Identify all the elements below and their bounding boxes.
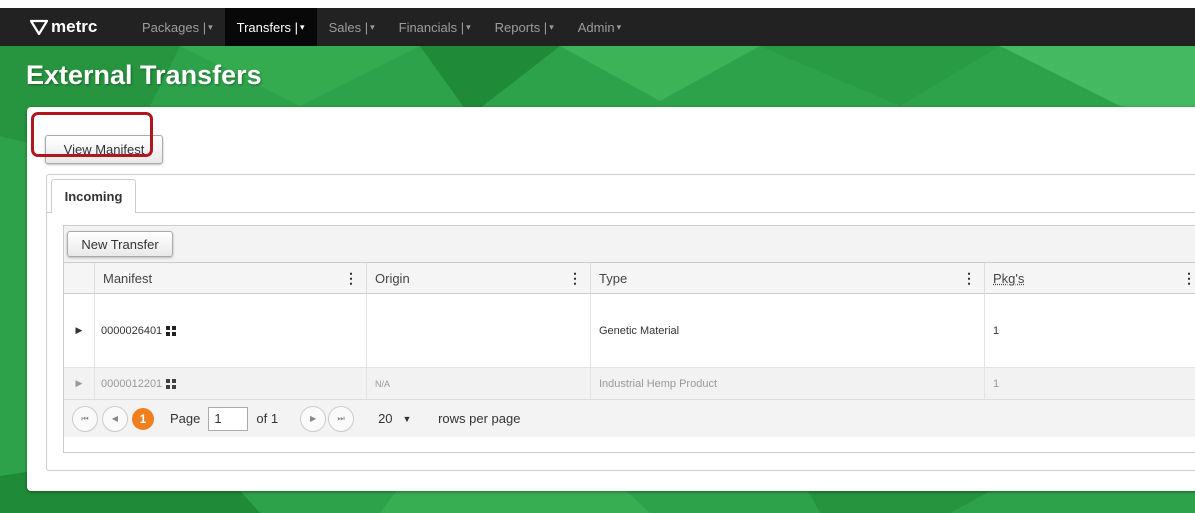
table-row[interactable]: ▶ 0000026401 Genetic Material 1	[64, 294, 1195, 368]
current-page-badge: 1	[132, 407, 154, 430]
manifest-number[interactable]: 0000026401	[101, 325, 162, 337]
cell-pkgs: 1	[984, 294, 1195, 367]
main-panel: View Manifest Incoming New Transfer Mani…	[27, 107, 1195, 491]
column-header-type-label: Type	[599, 271, 628, 286]
chevron-down-icon: ▾	[208, 21, 213, 32]
nav-sales-label: Sales |	[328, 19, 369, 35]
column-header-origin-label: Origin	[375, 271, 410, 286]
chevron-down-icon: ▾	[616, 21, 622, 32]
chevron-down-icon: ▾	[300, 21, 305, 32]
column-header-pkgs-label: Pkg's	[993, 271, 1025, 286]
column-header-pkgs[interactable]: Pkg's ⋮	[984, 263, 1195, 294]
barcode-icon[interactable]	[166, 378, 177, 389]
cell-manifest: 0000012201	[94, 368, 366, 399]
top-navbar: metrc Packages | ▾ Transfers | ▾ Sales |…	[0, 8, 1195, 46]
cell-origin	[366, 294, 590, 367]
grid-header: Manifest ⋮ Origin ⋮ Type ⋮ Pkg's ⋮	[64, 263, 1195, 294]
expand-row-icon[interactable]: ▶	[64, 368, 94, 399]
cell-pkgs: 1	[984, 368, 1195, 399]
metrc-logo-icon	[30, 19, 48, 35]
grid-pager: ⏮ ◀ 1 Page 1 of 1 ▶ ⏭ 20 ▼ rows per page	[64, 399, 1195, 437]
tabstrip: Incoming New Transfer Manifest ⋮ Origin …	[46, 174, 1195, 471]
chevron-down-icon: ▼	[402, 413, 412, 424]
column-header-type[interactable]: Type ⋮	[590, 263, 984, 294]
column-header-manifest-label: Manifest	[103, 271, 153, 286]
transfers-grid: New Transfer Manifest ⋮ Origin ⋮ Type ⋮ …	[63, 225, 1195, 453]
expand-column-header	[64, 263, 94, 294]
column-menu-icon[interactable]: ⋮	[344, 270, 358, 287]
prev-page-icon[interactable]: ◀	[102, 405, 128, 432]
tab-incoming[interactable]: Incoming	[51, 179, 136, 213]
last-page-icon[interactable]: ⏭	[328, 405, 355, 432]
new-transfer-button[interactable]: New Transfer	[67, 231, 173, 257]
metrc-logo[interactable]: metrc	[30, 17, 130, 37]
grid-toolbar: New Transfer	[64, 226, 1195, 263]
column-header-manifest[interactable]: Manifest ⋮	[94, 263, 366, 294]
nav-admin[interactable]: Admin ▾	[566, 8, 633, 46]
rows-per-page-label: rows per page	[438, 411, 521, 426]
cell-type: Industrial Hemp Product	[590, 368, 984, 399]
nav-reports-label: Reports |	[494, 19, 548, 35]
nav-admin-label: Admin	[577, 19, 615, 35]
table-row[interactable]: ▶ 0000012201 N/A Industrial Hemp Product…	[64, 368, 1195, 399]
cell-origin: N/A	[366, 368, 590, 399]
next-page-icon[interactable]: ▶	[300, 405, 327, 432]
chevron-down-icon: ▾	[370, 21, 375, 32]
rows-per-page-value: 20	[378, 411, 393, 426]
chevron-down-icon: ▾	[549, 21, 554, 32]
column-header-origin[interactable]: Origin ⋮	[366, 263, 590, 294]
page-count-label: of 1	[256, 411, 279, 426]
cell-manifest: 0000026401	[94, 294, 366, 367]
first-page-icon[interactable]: ⏮	[72, 405, 98, 432]
nav-transfers-label: Transfers |	[236, 19, 299, 35]
nav-reports[interactable]: Reports | ▾	[483, 8, 566, 46]
page-label: Page	[170, 411, 201, 426]
page-title: External Transfers	[26, 60, 262, 90]
nav-sales[interactable]: Sales | ▾	[317, 8, 387, 46]
nav-transfers[interactable]: Transfers | ▾	[224, 8, 317, 46]
column-menu-icon[interactable]: ⋮	[962, 270, 976, 287]
page-number-input[interactable]: 1	[208, 406, 249, 431]
nav-financials-label: Financials |	[398, 19, 465, 35]
column-menu-icon[interactable]: ⋮	[568, 270, 582, 287]
cell-type: Genetic Material	[590, 294, 984, 367]
expand-row-icon[interactable]: ▶	[64, 294, 94, 367]
nav-packages-label: Packages |	[142, 19, 207, 35]
rows-per-page-select[interactable]: 20 ▼	[378, 406, 438, 432]
nav-packages[interactable]: Packages | ▾	[130, 8, 225, 46]
manifest-number[interactable]: 0000012201	[101, 378, 162, 390]
tab-divider	[47, 212, 1195, 213]
barcode-icon[interactable]	[166, 325, 177, 336]
new-transfer-highlight	[31, 112, 153, 157]
chevron-down-icon: ▾	[466, 21, 471, 32]
nav-financials[interactable]: Financials | ▾	[387, 8, 483, 46]
column-menu-icon[interactable]: ⋮	[1182, 270, 1195, 287]
brand-name: metrc	[51, 17, 98, 36]
